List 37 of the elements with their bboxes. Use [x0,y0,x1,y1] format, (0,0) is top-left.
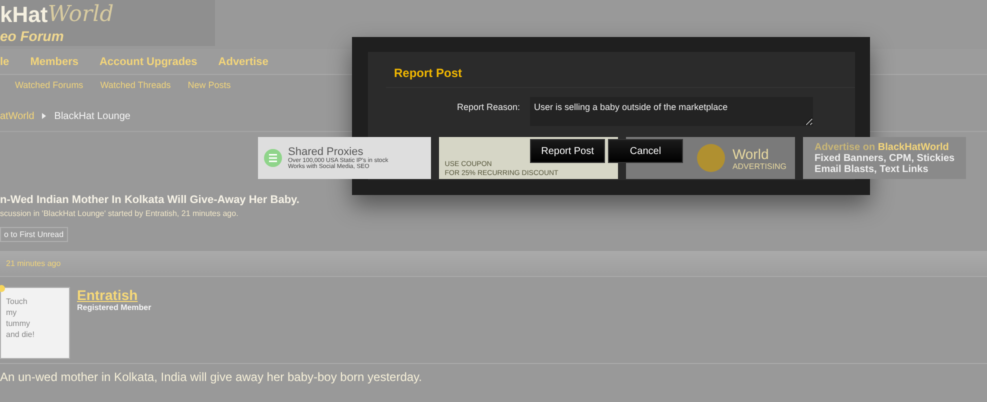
status-dot [0,285,5,292]
ad-text: ADVERTISING [732,162,787,170]
breadcrumb-link[interactable]: BlackHat Lounge [54,110,130,122]
forum-logo[interactable]: kHatWorld eo Forum [0,0,215,46]
dialog-title: Report Post [386,66,855,88]
nav-link[interactable]: le [0,56,30,68]
report-reason-field[interactable]: User is selling a baby outside of the marketplace [530,97,813,126]
field-label: Report Reason: [456,101,520,114]
ad-text: World [732,146,769,162]
avatar-text: tummy [6,318,30,329]
author-link[interactable]: Entratish [77,287,152,303]
chevron-icon [42,113,46,119]
subnav-link[interactable]: Watched Forums [15,80,84,90]
avatar-text: my [6,307,17,318]
user-title: Registered Member [77,303,152,312]
post-body: An un-wed mother in Kolkata, India will give away her baby-boy born yesterday. [0,370,423,384]
first-unread-button[interactable]: o to First Unread [0,227,68,242]
thread-title: n-Wed Indian Mother In Kolkata Will Give-Away Her Baby. [0,194,300,206]
ad-text: Fixed Banners, CPM, Stickies [814,152,955,164]
cancel-button[interactable]: Cancel [608,139,683,163]
avatar-text: and die! [6,329,34,340]
thread-meta: scussion in 'BlackHat Lounge' started by Entratish, 21 minutes ago. [0,209,240,218]
ad-title: Shared Proxies [288,146,364,158]
report-post-button[interactable]: Report Post [530,139,605,163]
subnav-link[interactable]: New Posts [188,80,231,90]
list-icon [264,149,282,167]
ad-text: Email Blasts, Text Links [814,164,928,174]
ad-banner[interactable]: Advertise on BlackHatWorld Fixed Banners, CPM, Stickies Email Blasts, Text Links [803,137,966,179]
avatar-text: Touch [6,296,28,307]
subnav-link[interactable]: Watched Threads [100,80,171,90]
nav-link[interactable]: Account Upgrades [99,56,218,68]
avatar-image[interactable]: Touch my tummy and die! [0,287,70,359]
nav-link[interactable]: Members [30,56,100,68]
breadcrumb-link[interactable]: atWorld [0,110,34,122]
nav-link[interactable]: Advertise [218,56,290,68]
post-time: 21 minutes ago [6,259,61,268]
ad-title: Advertise on BlackHatWorld [814,142,949,152]
